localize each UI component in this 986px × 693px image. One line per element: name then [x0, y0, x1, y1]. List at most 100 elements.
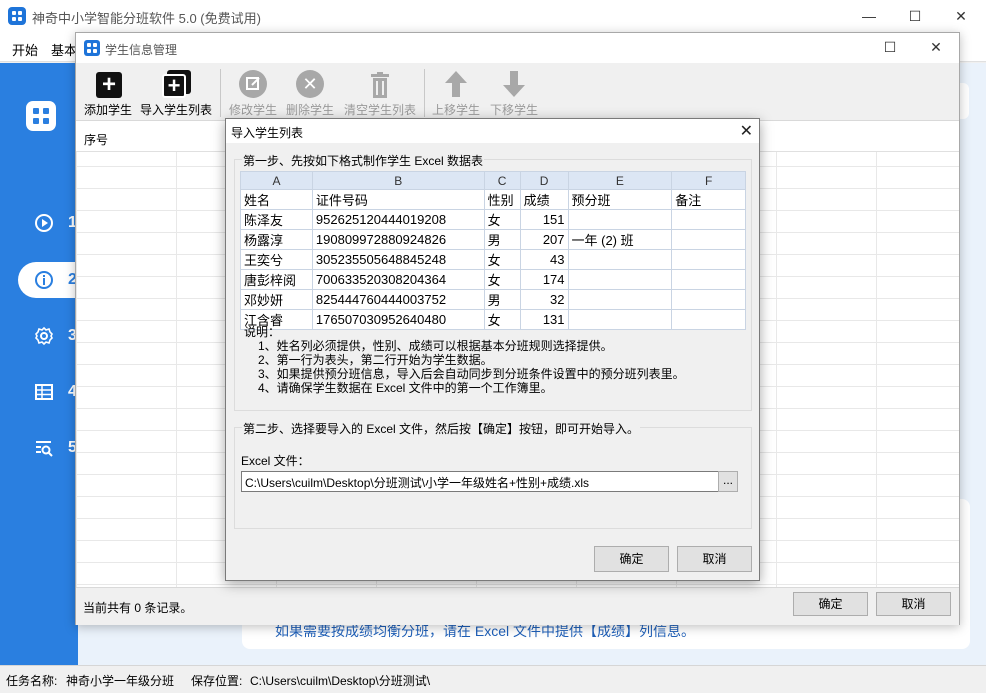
- search-list-icon: [34, 438, 54, 458]
- sheet-cell: 190809972880924826: [311, 229, 485, 250]
- sheet-cell: 男: [483, 289, 521, 310]
- import-students-button[interactable]: + 导入学生列表: [138, 67, 214, 119]
- excel-file-path-input[interactable]: C:\Users\cuilm\Desktop\分班测试\小学一年级姓名+性别+成…: [241, 471, 719, 492]
- sheet-header-cell: 姓名: [240, 189, 313, 210]
- sidebar-logo-icon: [26, 101, 56, 131]
- student-window-close-button[interactable]: ✕: [913, 32, 959, 62]
- sheet-cell: 邓妙妍: [240, 289, 313, 310]
- sheet-cell: 女: [483, 249, 521, 270]
- notes-title: 说明：: [244, 325, 281, 339]
- note-item: 2、第一行为表头，第二行开始为学生数据。: [258, 353, 493, 367]
- sheet-cell: [671, 269, 746, 290]
- app-statusbar: 任务名称: 神奇小学一年级分班 保存位置: C:\Users\cuilm\Des…: [0, 665, 986, 693]
- sidebar-item-3[interactable]: 3: [18, 318, 80, 354]
- student-cancel-button[interactable]: 取消: [876, 592, 951, 616]
- sheet-cell: 174: [519, 269, 569, 290]
- sheet-cell: 825444760444003752: [311, 289, 485, 310]
- sheet-cell: 女: [483, 209, 521, 230]
- sheet-cell: 700633520308204364: [311, 269, 485, 290]
- sheet-cell: 唐彭梓阅: [240, 269, 313, 290]
- sheet-cell: [671, 229, 746, 250]
- browse-file-button[interactable]: ...: [718, 471, 738, 492]
- step1-title: 第一步、先按如下格式制作学生 Excel 数据表: [242, 152, 485, 169]
- sidebar: [0, 63, 78, 665]
- student-window-footer: 当前共有 0 条记录。 确定 取消: [76, 587, 959, 625]
- move-up-button[interactable]: 上移学生: [429, 67, 483, 119]
- sheet-header-cell: 证件号码: [311, 189, 485, 210]
- import-dialog-title: 导入学生列表: [231, 126, 304, 140]
- sheet-cell: 王奕兮: [240, 249, 313, 270]
- column-letter: E: [567, 171, 673, 190]
- student-ok-button[interactable]: 确定: [793, 592, 868, 616]
- sheet-column-letters-row: A B C D E F: [240, 171, 746, 190]
- app-maximize-button[interactable]: ☐: [892, 0, 938, 32]
- sidebar-item-5[interactable]: 5: [18, 430, 80, 466]
- task-name-label: 任务名称:: [6, 674, 58, 688]
- sheet-cell: [671, 249, 746, 270]
- move-down-label: 下移学生: [489, 103, 538, 117]
- app-logo-icon: [8, 7, 26, 25]
- sheet-header-cell: 预分班: [567, 189, 673, 210]
- column-header-index[interactable]: 序号: [84, 131, 108, 148]
- sheet-row: 邓妙妍 825444760444003752 男 32: [240, 289, 746, 310]
- import-dialog-close-button[interactable]: ✕: [740, 121, 753, 141]
- sheet-cell: 女: [483, 269, 521, 290]
- sheet-header-row: 姓名 证件号码 性别 成绩 预分班 备注: [240, 189, 746, 210]
- sheet-header-cell: 成绩: [519, 189, 569, 210]
- sidebar-item-2[interactable]: 2: [18, 262, 80, 298]
- column-letter: D: [519, 171, 569, 190]
- sheet-cell: 207: [519, 229, 569, 250]
- sheet-cell: 952625120444019208: [311, 209, 485, 230]
- sheet-cell: [567, 249, 673, 270]
- excel-format-example-table: A B C D E F 姓名 证件号码 性别 成绩 预分班 备注 陈泽友 952…: [240, 171, 746, 330]
- student-window-maximize-button[interactable]: ☐: [867, 32, 913, 62]
- sidebar-item-4[interactable]: 4: [18, 374, 80, 410]
- info-circle-icon: [34, 270, 54, 290]
- play-circle-icon: [34, 213, 54, 233]
- gear-icon: [34, 326, 54, 346]
- arrow-down-icon: [499, 69, 529, 99]
- trash-icon: [365, 69, 395, 99]
- app-titlebar: 神奇中小学智能分班软件 5.0 (免费试用) — ☐ ✕: [0, 0, 986, 33]
- import-dialog-titlebar: 导入学生列表 ✕: [226, 119, 759, 143]
- import-cancel-button[interactable]: 取消: [677, 546, 752, 572]
- move-down-button[interactable]: 下移学生: [487, 67, 541, 119]
- student-toolbar: + 添加学生 + 导入学生列表 修改学生 ✕ 删除学生 清空学生列表 上移学生 …: [76, 63, 959, 121]
- import-add-icon: +: [161, 69, 191, 99]
- column-letter: A: [240, 171, 313, 190]
- toolbar-separator: [424, 69, 425, 117]
- clear-list-button[interactable]: 清空学生列表: [341, 67, 419, 119]
- note-item: 1、姓名列必须提供，性别、成绩可以根据基本分班规则选择提供。: [258, 339, 613, 353]
- sheet-cell: [567, 209, 673, 230]
- menu-start[interactable]: 开始: [12, 40, 38, 59]
- sheet-cell: 43: [519, 249, 569, 270]
- delete-icon: ✕: [295, 69, 325, 99]
- table-icon: [34, 382, 54, 402]
- sheet-cell: 151: [519, 209, 569, 230]
- edit-icon: [238, 69, 268, 99]
- save-location-value: C:\Users\cuilm\Desktop\分班测试\: [250, 674, 431, 688]
- menu-basic[interactable]: 基本: [51, 40, 77, 59]
- sheet-cell: [567, 289, 673, 310]
- sheet-cell: 32: [519, 289, 569, 310]
- sidebar-item-1[interactable]: 1: [18, 205, 80, 241]
- sheet-cell: 杨露淳: [240, 229, 313, 250]
- app-title: 神奇中小学智能分班软件 5.0 (免费试用): [32, 11, 261, 26]
- sheet-cell: 陈泽友: [240, 209, 313, 230]
- sheet-row: 杨露淳 190809972880924826 男 207 一年 (2) 班: [240, 229, 746, 250]
- app-minimize-button[interactable]: —: [846, 0, 892, 32]
- note-item: 3、如果提供预分班信息，导入后会自动同步到分班条件设置中的预分班列表里。: [258, 367, 685, 381]
- edit-student-button[interactable]: 修改学生: [226, 67, 280, 119]
- excel-file-label: Excel 文件：: [241, 454, 310, 468]
- add-student-button[interactable]: + 添加学生: [80, 67, 136, 119]
- import-ok-button[interactable]: 确定: [594, 546, 669, 572]
- delete-student-button[interactable]: ✕ 删除学生: [283, 67, 337, 119]
- add-student-label: 添加学生: [83, 103, 132, 117]
- window-logo-icon: [84, 40, 100, 56]
- sheet-header-cell: 性别: [483, 189, 521, 210]
- sheet-cell: [671, 209, 746, 230]
- sheet-row: 王奕兮 305235505648845248 女 43: [240, 249, 746, 270]
- column-letter: B: [311, 171, 485, 190]
- app-close-button[interactable]: ✕: [938, 0, 984, 32]
- sheet-header-cell: 备注: [671, 189, 746, 210]
